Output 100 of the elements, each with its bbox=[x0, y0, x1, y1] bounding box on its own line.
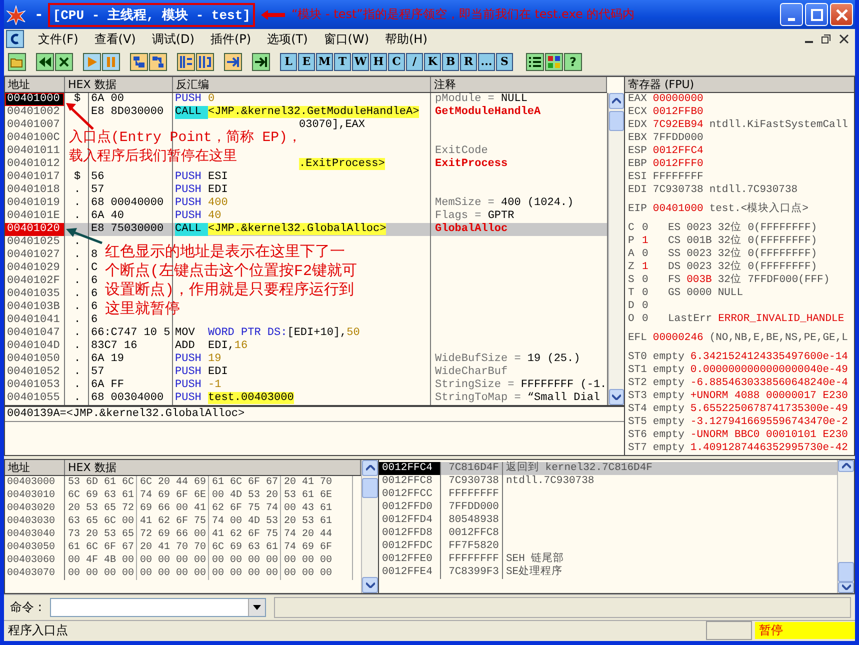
scrollbar[interactable] bbox=[361, 460, 378, 594]
close-icon bbox=[836, 8, 848, 21]
trace-over-button[interactable] bbox=[196, 52, 214, 71]
step-over-button[interactable] bbox=[149, 52, 167, 71]
menu-item[interactable]: 调试(D) bbox=[144, 30, 202, 48]
scroll-down-button[interactable] bbox=[838, 582, 854, 594]
address-cell: 0040103B bbox=[5, 301, 65, 314]
run-button[interactable] bbox=[83, 52, 101, 71]
window-button[interactable]: C bbox=[388, 52, 405, 71]
window-button[interactable]: W bbox=[352, 52, 369, 71]
window-title: [CPU - 主线程, 模块 - test] bbox=[48, 2, 256, 27]
flag-name: Z bbox=[628, 261, 636, 274]
pause-button[interactable] bbox=[102, 52, 120, 71]
stack-row[interactable]: 0012FFDC FF7F5820 bbox=[379, 540, 837, 554]
value-cell: FFFFFFFF bbox=[441, 553, 503, 566]
segment-info: 32位 0(FFFFFFFF) bbox=[718, 235, 818, 248]
stack-row[interactable]: 0012FFE0 FFFFFFFF SEH 链尾部 bbox=[379, 553, 837, 566]
scrollbar[interactable] bbox=[837, 460, 854, 594]
trace-into-button[interactable] bbox=[177, 52, 195, 71]
address-cell: 00401019 bbox=[5, 197, 65, 210]
scroll-thumb[interactable] bbox=[838, 562, 854, 582]
address-cell: 00401002 bbox=[5, 106, 65, 120]
instruction-cell: PUSH ESI bbox=[175, 171, 228, 184]
register-value: 0012FFF0 bbox=[652, 158, 704, 172]
segment-name: DS bbox=[668, 261, 681, 274]
register-value: -3.1279416695596743470e-2 bbox=[690, 416, 848, 430]
scroll-thumb[interactable] bbox=[608, 111, 624, 132]
window-button[interactable]: E bbox=[298, 52, 315, 71]
hex-bytes-cell: 00 00 00 00 bbox=[209, 554, 281, 568]
flags-summary: (NO,NB,E,BE,NS,PE,GE,L bbox=[709, 332, 848, 346]
marker-text: . bbox=[74, 236, 81, 248]
command-label: 命令 : bbox=[10, 598, 42, 616]
stack-row[interactable]: 0012FFC8 7C930738 ntdll.7C930738 bbox=[379, 475, 837, 488]
help-button[interactable]: ? bbox=[564, 52, 582, 71]
window-button[interactable]: R bbox=[460, 52, 477, 71]
menu-item[interactable]: 帮助(H) bbox=[377, 30, 436, 48]
instruction-cell: MOV WORD PTR DS:[EDI+10],50 bbox=[175, 327, 360, 340]
hex-bytes-cell: 00 00 00 bbox=[281, 554, 353, 568]
stack-row[interactable]: 0012FFD8 0012FFC8 bbox=[379, 527, 837, 540]
column-header: 反汇编 bbox=[173, 77, 431, 92]
value-cell: 7C8399F3 bbox=[441, 566, 503, 580]
window-button[interactable]: ... bbox=[478, 52, 495, 71]
return-button[interactable] bbox=[224, 52, 242, 71]
stack-row[interactable]: 0012FFE4 7C8399F3 SE处理程序 bbox=[379, 566, 837, 580]
scroll-thumb[interactable] bbox=[362, 478, 378, 498]
window-button[interactable]: B bbox=[442, 52, 459, 71]
step-into-button[interactable] bbox=[130, 52, 148, 71]
instruction-cell: PUSH 40 bbox=[175, 210, 222, 222]
hex-cell: 57 bbox=[91, 366, 104, 378]
scroll-up-button[interactable] bbox=[608, 93, 624, 110]
marker-text: . bbox=[74, 197, 81, 210]
spark-icon bbox=[6, 4, 26, 25]
dropdown-button[interactable] bbox=[248, 598, 265, 616]
address-cell: 00403040 bbox=[5, 528, 65, 542]
scroll-up-button[interactable] bbox=[362, 460, 378, 476]
stack-row[interactable]: 0012FFD4 80548938 bbox=[379, 514, 837, 528]
close-icon[interactable] bbox=[839, 34, 849, 44]
register-tag: empty bbox=[652, 351, 684, 364]
scroll-down-button[interactable] bbox=[362, 577, 378, 594]
menu-item[interactable]: 插件(P) bbox=[202, 30, 260, 48]
window-button[interactable]: T bbox=[334, 52, 351, 71]
stack-row[interactable]: 0012FFD0 7FFDD000 bbox=[379, 501, 837, 514]
list-button[interactable] bbox=[526, 52, 544, 71]
window-button[interactable]: M bbox=[316, 52, 333, 71]
hex-bytes-cell: 63 65 6C 00 bbox=[65, 515, 137, 528]
close-button[interactable] bbox=[55, 52, 73, 71]
restart-button[interactable] bbox=[36, 52, 54, 71]
trace-over-icon bbox=[198, 54, 212, 69]
window-button[interactable]: H bbox=[370, 52, 387, 71]
color-grid-icon bbox=[547, 54, 561, 69]
register-name: ST4 bbox=[628, 403, 647, 416]
minimize-icon[interactable] bbox=[805, 41, 813, 44]
flag-value: 0 bbox=[642, 248, 650, 262]
menu-item[interactable]: 选项(T) bbox=[259, 30, 316, 48]
colors-button[interactable] bbox=[545, 52, 563, 71]
command-input[interactable] bbox=[50, 598, 266, 617]
open-button[interactable] bbox=[8, 52, 26, 71]
window-button[interactable]: K bbox=[424, 52, 441, 71]
register-name: ST0 bbox=[628, 351, 647, 364]
minimize-button[interactable] bbox=[780, 3, 803, 26]
segment-value: 001B bbox=[686, 235, 712, 248]
go-to-cursor-button[interactable] bbox=[252, 52, 270, 71]
selected-row-highlight[interactable]: 00401020 E8 75030000 CALL <JMP.&kernel32.GlobalAlloc> GlobalAlloc bbox=[5, 223, 608, 236]
maximize-button[interactable] bbox=[805, 3, 828, 26]
scroll-down-button[interactable] bbox=[608, 389, 624, 406]
window-button[interactable]: / bbox=[406, 52, 423, 71]
window-button[interactable]: L bbox=[280, 52, 297, 71]
restore-icon[interactable] bbox=[821, 34, 831, 44]
hex-bytes-cell: 00 00 00 00 bbox=[137, 554, 209, 568]
stack-row[interactable]: 0012FFCC FFFFFFFF bbox=[379, 488, 837, 502]
scrollbar[interactable] bbox=[608, 93, 624, 406]
menu-item[interactable]: 文件(F) bbox=[30, 30, 86, 48]
comment-cell: MemSize = 400 (1024.) bbox=[435, 197, 574, 210]
stack-row[interactable]: 0012FFC4 7C816D4F 返回到 kernel32.7C816D4F bbox=[379, 462, 837, 476]
scroll-up-button[interactable] bbox=[838, 460, 854, 472]
menu-item[interactable]: 窗口(W) bbox=[316, 30, 377, 48]
menu-item[interactable]: 查看(V) bbox=[86, 30, 144, 48]
window-button[interactable]: S bbox=[496, 52, 513, 71]
panel-header: 寄存器 (FPU) bbox=[625, 77, 854, 94]
marker-text: . bbox=[74, 210, 81, 222]
